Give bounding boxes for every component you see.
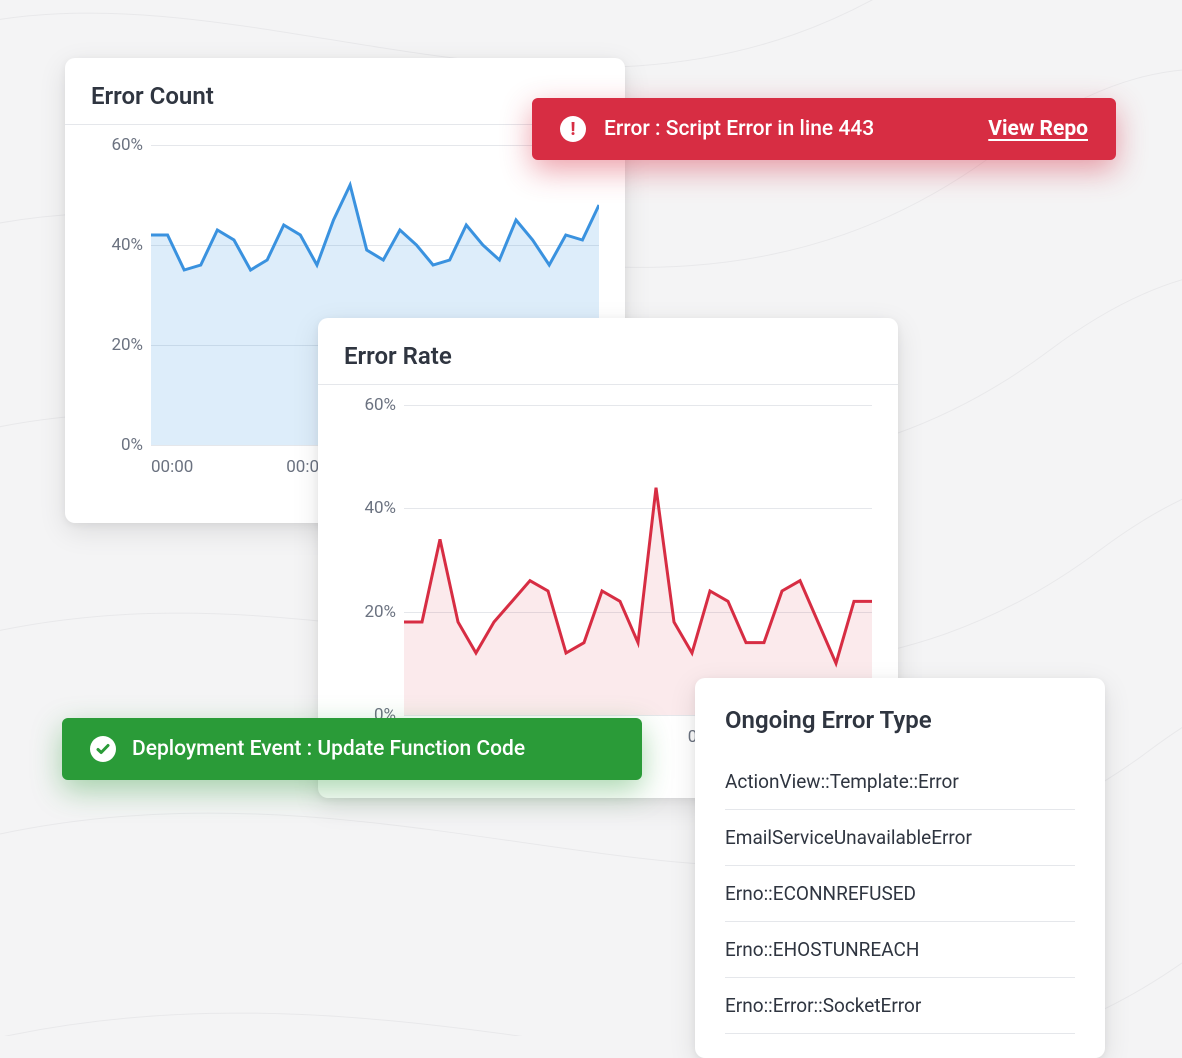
list-item-label: Erno::EHOSTUNREACH <box>725 938 919 961</box>
divider <box>318 384 898 385</box>
list-item[interactable]: Erno::Error::SocketError <box>725 978 1075 1034</box>
y-tick-label: 0% <box>91 435 143 455</box>
list-item[interactable]: Erno::EHOSTUNREACH <box>725 922 1075 978</box>
ongoing-error-card: Ongoing Error Type ActionView::Template:… <box>695 678 1105 1058</box>
error-banner: ! Error : Script Error in line 443 View … <box>532 98 1116 160</box>
list-item-label: EmailServiceUnavailableError <box>725 826 972 849</box>
list-item-label: Erno::Error::SocketError <box>725 994 921 1017</box>
chart-line <box>404 405 872 715</box>
ongoing-error-list: ActionView::Template::ErrorEmailServiceU… <box>725 754 1075 1034</box>
check-icon <box>90 736 116 762</box>
card-title: Error Rate <box>344 342 872 370</box>
y-tick-label: 20% <box>91 335 143 355</box>
list-item[interactable]: EmailServiceUnavailableError <box>725 810 1075 866</box>
y-tick-label: 60% <box>344 395 396 415</box>
list-item[interactable]: Erno::ECONNREFUSED <box>725 866 1075 922</box>
list-item-label: Erno::ECONNREFUSED <box>725 882 916 905</box>
list-title: Ongoing Error Type <box>725 706 1075 734</box>
y-tick-label: 20% <box>344 602 396 622</box>
success-banner: Deployment Event : Update Function Code <box>62 718 642 780</box>
list-item-label: ActionView::Template::Error <box>725 770 959 793</box>
x-tick-label: 00:00 <box>151 457 193 477</box>
y-tick-label: 60% <box>91 135 143 155</box>
alert-icon: ! <box>560 116 586 142</box>
card-title: Error Count <box>91 82 599 110</box>
success-banner-message: Deployment Event : Update Function Code <box>132 737 525 761</box>
y-tick-label: 40% <box>91 235 143 255</box>
list-item[interactable]: ActionView::Template::Error <box>725 754 1075 810</box>
y-tick-label: 40% <box>344 498 396 518</box>
view-repo-link[interactable]: View Repo <box>988 117 1088 141</box>
error-banner-message: Error : Script Error in line 443 <box>604 117 970 141</box>
